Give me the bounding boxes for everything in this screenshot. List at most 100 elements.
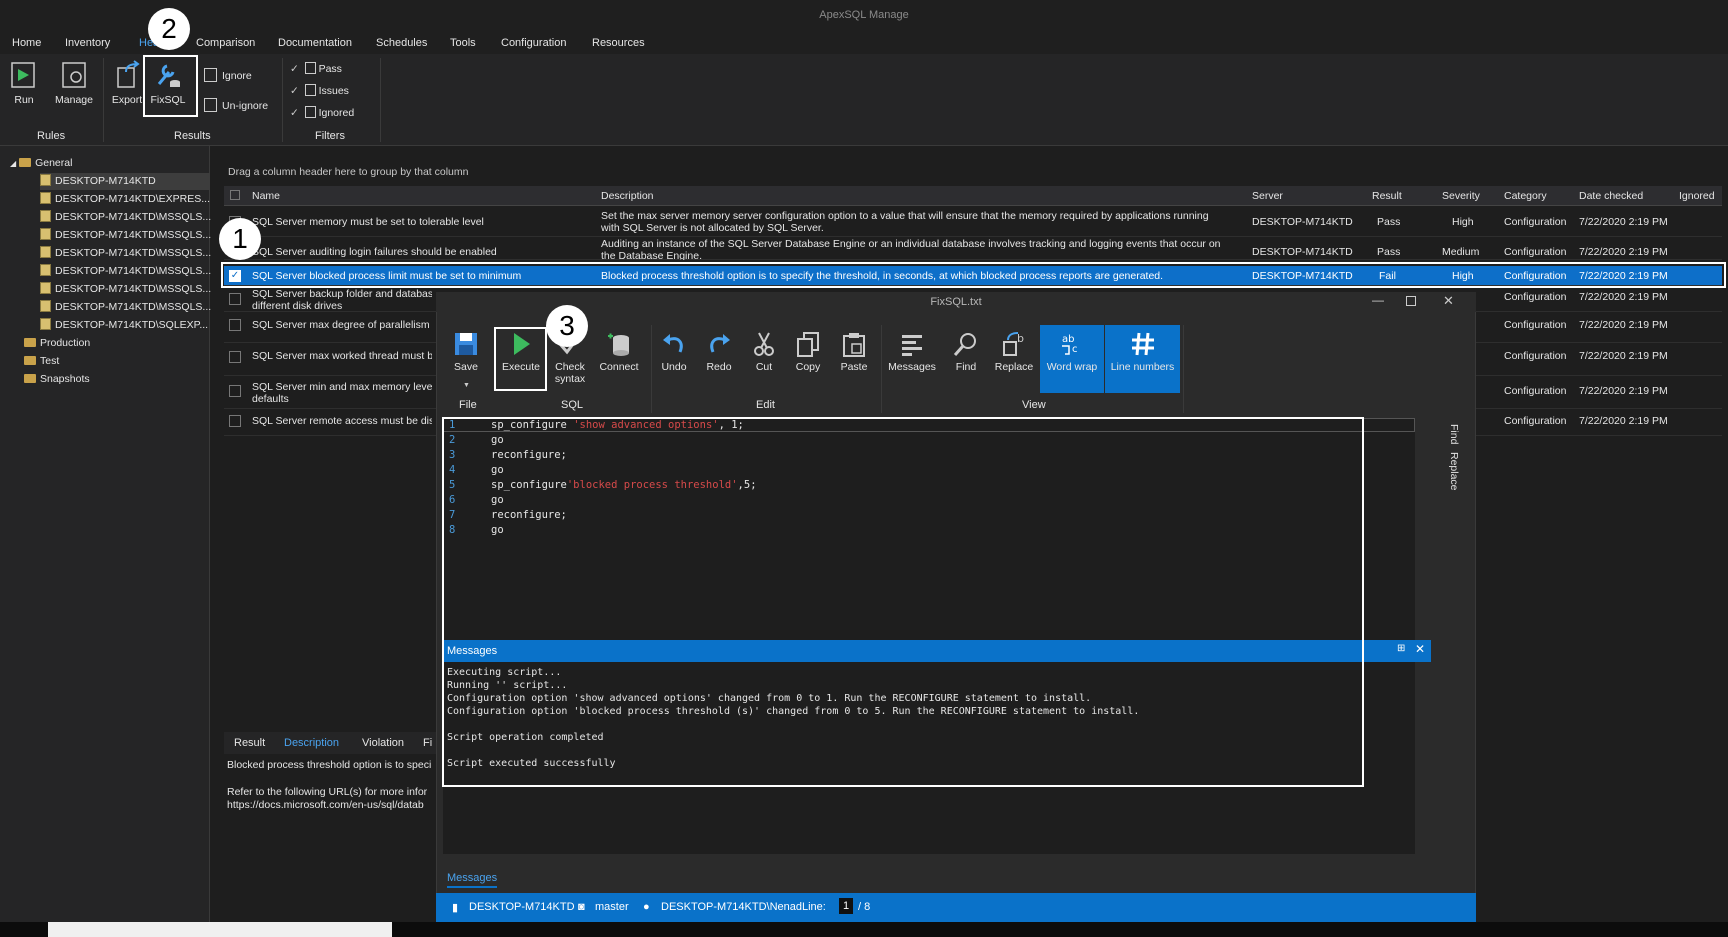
copy-button[interactable]: Copy: [790, 330, 826, 373]
server-cell: DESKTOP-M714KTD: [1252, 216, 1353, 228]
hash-icon: [1131, 332, 1154, 356]
save-icon: [455, 333, 477, 355]
maximize-icon[interactable]: [1406, 296, 1416, 306]
menu-configuration[interactable]: Configuration: [501, 37, 566, 49]
table-row[interactable]: SQL Server memory must be set to tolerab…: [224, 207, 1722, 237]
menu-inventory[interactable]: Inventory: [65, 37, 110, 49]
col-ignored[interactable]: Ignored: [1679, 190, 1715, 202]
undo-button[interactable]: Undo: [656, 330, 692, 373]
rule-name: SQL Server min and max memory leve: [252, 381, 432, 393]
status-database: master: [595, 901, 629, 913]
menu-home[interactable]: Home: [12, 37, 41, 49]
database-icon: [608, 333, 629, 356]
unignore-button[interactable]: Un-ignore: [204, 98, 268, 112]
row-checkbox[interactable]: [229, 415, 241, 427]
menu-schedules[interactable]: Schedules: [376, 37, 427, 49]
replace-button[interactable]: b Replace: [992, 330, 1036, 373]
editor-scrollbar[interactable]: [1415, 418, 1431, 640]
pin-icon[interactable]: ⊞: [1397, 643, 1405, 654]
category-cell: Configuration: [1504, 319, 1567, 331]
connect-button[interactable]: Connect: [595, 330, 643, 373]
menu-documentation[interactable]: Documentation: [278, 37, 352, 49]
user-icon: ●: [643, 901, 650, 913]
tree-server[interactable]: DESKTOP-M714KTD\MSSQLS...: [40, 227, 211, 244]
col-server[interactable]: Server: [1252, 190, 1283, 202]
tab-violation[interactable]: Violation: [362, 737, 404, 749]
separator: [1183, 325, 1184, 413]
tab-fix[interactable]: Fi: [423, 737, 432, 749]
row-checkbox[interactable]: [229, 319, 241, 331]
server-icon: [40, 246, 51, 258]
menu-tools[interactable]: Tools: [450, 37, 476, 49]
cut-button[interactable]: Cut: [746, 330, 782, 373]
minimize-icon[interactable]: —: [1372, 293, 1384, 307]
filter-ignored[interactable]: ✓ Ignored: [290, 106, 354, 119]
row-checkbox[interactable]: [229, 293, 241, 305]
col-severity[interactable]: Severity: [1442, 190, 1480, 202]
filter-pass[interactable]: ✓ Pass: [290, 62, 342, 75]
tree-server[interactable]: DESKTOP-M714KTD\EXPRES...: [40, 191, 210, 208]
tree-server[interactable]: DESKTOP-M714KTD\MSSQLS...: [40, 263, 211, 280]
col-category[interactable]: Category: [1504, 190, 1547, 202]
messages-scrollbar[interactable]: [1415, 662, 1431, 854]
menu-resources[interactable]: Resources: [592, 37, 645, 49]
server-icon: ▮: [452, 902, 459, 914]
highlight-frame: [442, 417, 1364, 787]
row-checkbox[interactable]: [229, 351, 241, 363]
tab-result[interactable]: Result: [234, 737, 265, 749]
tree-server[interactable]: DESKTOP-M714KTD\MSSQLS...: [40, 209, 211, 226]
col-result[interactable]: Result: [1372, 190, 1402, 202]
export-button[interactable]: Export: [109, 60, 145, 106]
select-all-checkbox[interactable]: [230, 190, 240, 200]
line-number-box[interactable]: 1: [839, 898, 854, 914]
word-wrap-toggle[interactable]: ab c Word wrap: [1040, 325, 1104, 393]
folder-icon: [24, 374, 36, 383]
col-name[interactable]: Name: [252, 190, 280, 202]
tree-group-test[interactable]: Test: [24, 353, 59, 370]
find-button[interactable]: Find: [948, 330, 984, 373]
file-group-label: File: [459, 399, 477, 411]
highlight-frame: [143, 55, 198, 117]
filter-issues[interactable]: ✓ Issues: [290, 84, 349, 97]
detail-link[interactable]: https://docs.microsoft.com/en-us/sql/dat…: [227, 799, 436, 811]
tab-messages[interactable]: Messages: [447, 872, 498, 888]
tree-group-production[interactable]: Production: [24, 335, 90, 352]
save-button[interactable]: Save: [448, 330, 484, 373]
taskbar-search[interactable]: [48, 922, 392, 937]
dropdown-arrow-icon[interactable]: ▼: [463, 382, 470, 389]
rule-name: SQL Server max degree of parallelism: [252, 319, 430, 331]
sql-group-label: SQL: [561, 399, 584, 411]
messages-button[interactable]: Messages: [886, 330, 938, 373]
rules-group-label: Rules: [37, 130, 66, 142]
menu-comparison[interactable]: Comparison: [196, 37, 255, 49]
tree-group-general[interactable]: ◢ General: [10, 155, 72, 172]
replace-side-tab[interactable]: Replace: [1446, 452, 1460, 491]
find-side-tab[interactable]: Find: [1446, 424, 1460, 444]
paste-icon: [843, 333, 865, 357]
tree-group-snapshots[interactable]: Snapshots: [24, 371, 90, 388]
ignore-button[interactable]: Ignore: [204, 68, 252, 82]
close-icon[interactable]: ✕: [1415, 642, 1425, 656]
severity-cell: Medium: [1442, 246, 1480, 258]
tab-description[interactable]: Description: [284, 737, 339, 749]
unignore-icon: [204, 98, 217, 112]
redo-button[interactable]: Redo: [701, 330, 737, 373]
run-button[interactable]: Run: [8, 60, 40, 106]
redo-icon: [710, 334, 730, 353]
table-row[interactable]: SQL Server auditing login failures shoul…: [224, 238, 1722, 260]
tree-server[interactable]: DESKTOP-M714KTD\MSSQLS...: [40, 245, 211, 262]
tree-server[interactable]: DESKTOP-M714KTD\SQLEXP...: [40, 317, 208, 334]
paste-button[interactable]: Paste: [834, 330, 874, 373]
tree-server[interactable]: DESKTOP-M714KTD: [40, 173, 210, 190]
line-numbers-toggle[interactable]: Line numbers: [1105, 325, 1180, 393]
checkmark-icon: ✓: [290, 85, 299, 97]
line-total: / 8: [858, 901, 871, 913]
manage-button[interactable]: Manage: [52, 60, 96, 106]
col-description[interactable]: Description: [601, 190, 654, 202]
tree-server[interactable]: DESKTOP-M714KTD\MSSQLS...: [40, 281, 211, 298]
close-icon[interactable]: ✕: [1443, 293, 1454, 309]
search-icon: [953, 333, 976, 356]
row-checkbox[interactable]: [229, 385, 241, 397]
col-date-checked[interactable]: Date checked: [1579, 190, 1643, 202]
tree-server[interactable]: DESKTOP-M714KTD\MSSQLS...: [40, 299, 211, 316]
